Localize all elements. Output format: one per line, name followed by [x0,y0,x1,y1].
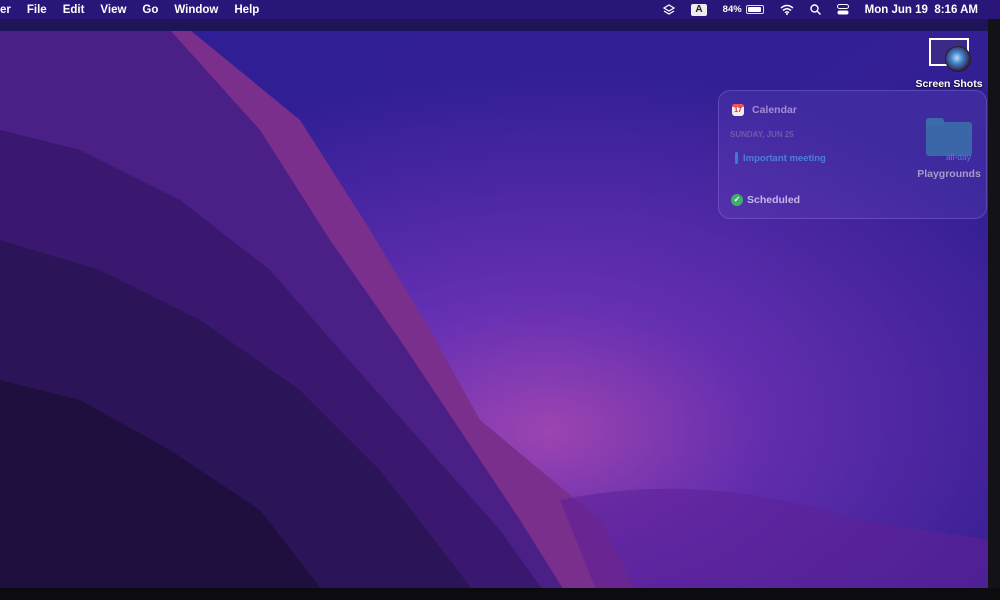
checkmark-icon: ✓ [731,194,743,206]
input-source-button[interactable]: A [683,3,714,16]
menu-help[interactable]: Help [226,4,267,16]
search-icon[interactable] [802,4,829,15]
input-source-label: A [691,3,707,16]
layers-icon[interactable] [655,3,683,16]
calendar-icon: 17 [732,104,744,116]
window-edge-right [988,19,1000,600]
desktop-icon-screen-shots[interactable]: Screen Shots [910,36,988,90]
status-label: Scheduled [747,194,801,206]
control-center-icon[interactable] [829,4,857,15]
menu-window[interactable]: Window [166,4,226,16]
desktop-icon-label: Playgrounds [917,168,981,180]
event-item[interactable]: Important meeting [735,152,826,164]
battery-icon [745,5,764,14]
desktop-icon-playgrounds[interactable]: all-day Playgrounds [910,116,988,180]
widget-app-name: Calendar [752,104,797,116]
event-color-bar [735,152,738,164]
folder-icon [926,116,972,156]
window-edge-bottom [0,588,1000,600]
battery-status[interactable]: 84% [715,4,772,15]
event-title: Important meeting [743,152,826,164]
wifi-icon[interactable] [772,4,802,15]
event-date: SUNDAY, JUN 25 [730,130,794,139]
scheduled-status: ✓ Scheduled [731,194,800,206]
menu-view[interactable]: View [92,4,134,16]
event-time: all-day [945,152,971,162]
menu-go[interactable]: Go [134,4,166,16]
menu-bar: er File Edit View Go Window Help A 84% M… [0,0,1000,19]
battery-percent: 84% [722,4,742,15]
window-edge [0,19,1000,31]
desktop-icon-label: Screen Shots [915,78,983,90]
clock[interactable]: Mon Jun 19 8:16 AM [857,4,986,16]
menu-app-name[interactable]: er [0,4,19,16]
siri-icon [945,46,971,72]
menu-file[interactable]: File [19,4,55,16]
screenshot-folder-icon [927,36,971,74]
menu-edit[interactable]: Edit [55,4,93,16]
